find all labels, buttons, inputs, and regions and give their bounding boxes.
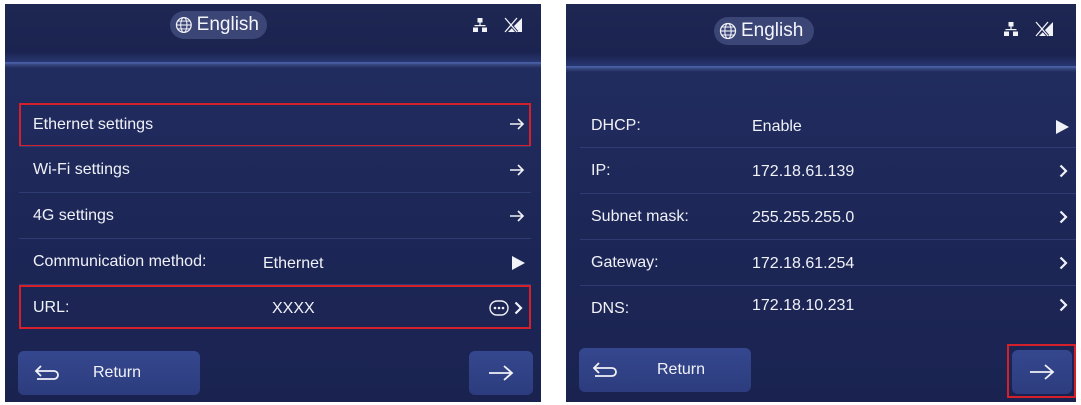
- left-screen: English Ethernet settings Wi-Fi settings…: [5, 4, 541, 402]
- language-selector[interactable]: English: [714, 17, 814, 45]
- menu-item-label: Wi-Fi settings: [33, 160, 130, 178]
- url-highlight: [19, 285, 531, 329]
- no-signal-icon: [1034, 21, 1053, 37]
- field-value: 172.18.61.254: [752, 255, 855, 272]
- chevron-right-icon[interactable]: [1059, 256, 1068, 270]
- menu-item-4g-settings[interactable]: 4G settings: [19, 194, 531, 237]
- return-label: Return: [657, 361, 706, 378]
- next-button-highlight: [1007, 344, 1076, 398]
- field-value: 172.18.10.231: [752, 297, 855, 314]
- right-screen: English DHCP: Enable IP: 172.18.61.139 S…: [566, 4, 1076, 402]
- field-label: IP:: [591, 161, 611, 179]
- field-value: 172.18.61.139: [752, 163, 855, 180]
- top-bar: [5, 4, 541, 68]
- communication-method-value: Ethernet: [263, 255, 324, 272]
- language-label: English: [741, 20, 804, 41]
- field-value: 255.255.255.0: [752, 209, 855, 226]
- return-label: Return: [93, 364, 142, 381]
- ethernet-settings-highlight: [19, 103, 531, 147]
- play-triangle-icon[interactable]: [1056, 120, 1069, 134]
- language-label: English: [196, 14, 259, 35]
- field-label: Gateway:: [591, 253, 659, 271]
- chevron-right-icon[interactable]: [1059, 298, 1068, 312]
- network-icon: [473, 18, 487, 32]
- return-arrow-icon: [34, 365, 59, 380]
- language-selector[interactable]: English: [170, 11, 267, 39]
- arrow-right-icon: [489, 365, 514, 381]
- top-bar: [566, 4, 1076, 72]
- network-icon: [1004, 22, 1018, 36]
- field-label: DHCP:: [591, 116, 641, 134]
- field-label: Subnet mask:: [591, 207, 689, 225]
- field-value: Enable: [752, 118, 802, 135]
- chevron-right-icon[interactable]: [1059, 164, 1068, 178]
- globe-icon: [719, 22, 737, 40]
- next-button[interactable]: [469, 351, 533, 395]
- globe-icon: [175, 16, 192, 34]
- return-button[interactable]: Return: [579, 348, 751, 392]
- play-triangle-icon[interactable]: [512, 256, 525, 270]
- return-button[interactable]: Return: [18, 351, 200, 395]
- field-label: DNS:: [591, 299, 630, 317]
- field-row-dhcp[interactable]: DHCP:: [580, 104, 1070, 147]
- return-arrow-icon: [592, 362, 617, 377]
- no-signal-icon: [503, 17, 522, 33]
- menu-item-label: 4G settings: [33, 206, 114, 224]
- arrow-right-icon[interactable]: [509, 209, 525, 223]
- arrow-right-icon[interactable]: [509, 163, 525, 177]
- communication-method-label: Communication method:: [33, 252, 207, 270]
- menu-item-wifi-settings[interactable]: Wi-Fi settings: [19, 148, 531, 191]
- chevron-right-icon[interactable]: [1059, 210, 1068, 224]
